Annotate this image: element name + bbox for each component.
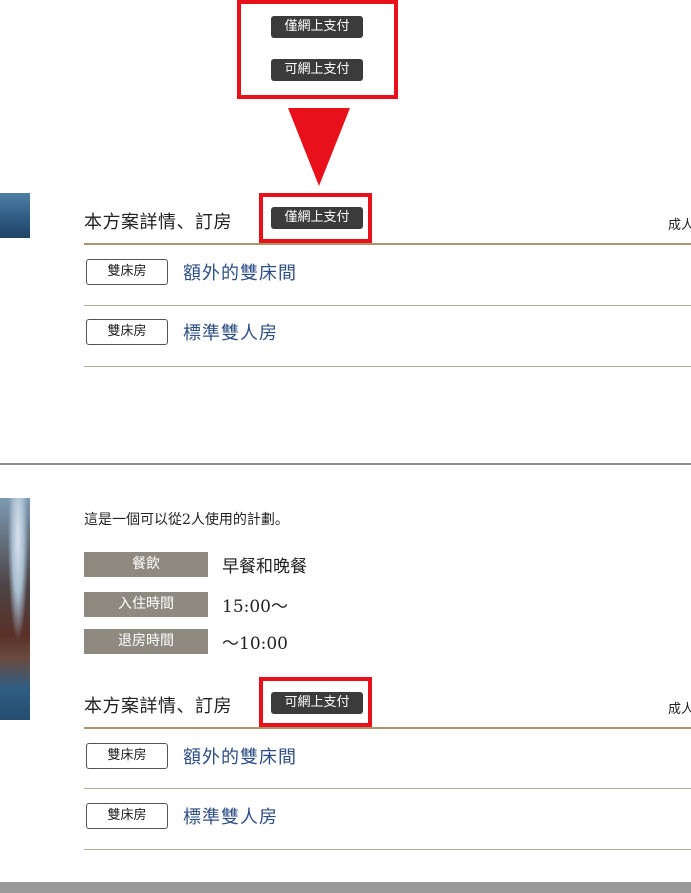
- plan2-room1-link[interactable]: 額外的雙床間: [183, 743, 297, 769]
- plan1-room1-divider: [84, 305, 691, 306]
- plan2-checkout-value: 〜10:00: [222, 634, 288, 654]
- plan1-room2-divider: [84, 366, 691, 367]
- plan2-checkin-value: 15:00〜: [222, 597, 288, 617]
- plan2-title-rule: [84, 727, 691, 729]
- plan1-payment-badge: 僅網上支付: [271, 207, 363, 229]
- plan1-title[interactable]: 本方案詳情、訂房: [84, 208, 232, 234]
- plan2-room1-divider: [84, 788, 691, 789]
- plan1-adult-label: 成人: [668, 218, 691, 233]
- plan2-room2-link[interactable]: 標準雙人房: [183, 803, 278, 829]
- legend-badge-online-available: 可網上支付: [271, 59, 363, 81]
- plan2-title[interactable]: 本方案詳情、訂房: [84, 692, 232, 718]
- plan2-thumbnail-image[interactable]: [0, 498, 30, 720]
- plan2-meal-value: 早餐和晚餐: [222, 557, 307, 577]
- legend-badge-only-online: 僅網上支付: [271, 16, 363, 38]
- plan2-room2-tag: 雙床房: [86, 803, 168, 829]
- plan1-room2-link[interactable]: 標準雙人房: [183, 319, 278, 345]
- legend-highlight-box: [237, 0, 398, 99]
- plan2-checkin-label: 入住時間: [84, 592, 208, 617]
- plan1-title-rule: [84, 243, 691, 245]
- plan2-meal-label: 餐飲: [84, 552, 208, 577]
- section-divider: [0, 463, 691, 465]
- plan1-thumbnail-image[interactable]: [0, 193, 30, 238]
- plan2-payment-badge: 可網上支付: [271, 692, 363, 714]
- plan1-room1-link[interactable]: 額外的雙床間: [183, 259, 297, 285]
- plan2-room2-divider: [84, 849, 691, 850]
- plan1-room2-tag: 雙床房: [86, 319, 168, 345]
- plan2-adult-label: 成人: [668, 702, 691, 717]
- down-arrow-icon: [288, 108, 350, 186]
- plan2-room1-tag: 雙床房: [86, 743, 168, 769]
- plan2-checkout-label: 退房時間: [84, 629, 208, 654]
- plan2-description: 這是一個可以從2人使用的計劃。: [84, 512, 289, 528]
- footer-bar: [0, 882, 691, 893]
- plan1-room1-tag: 雙床房: [86, 259, 168, 285]
